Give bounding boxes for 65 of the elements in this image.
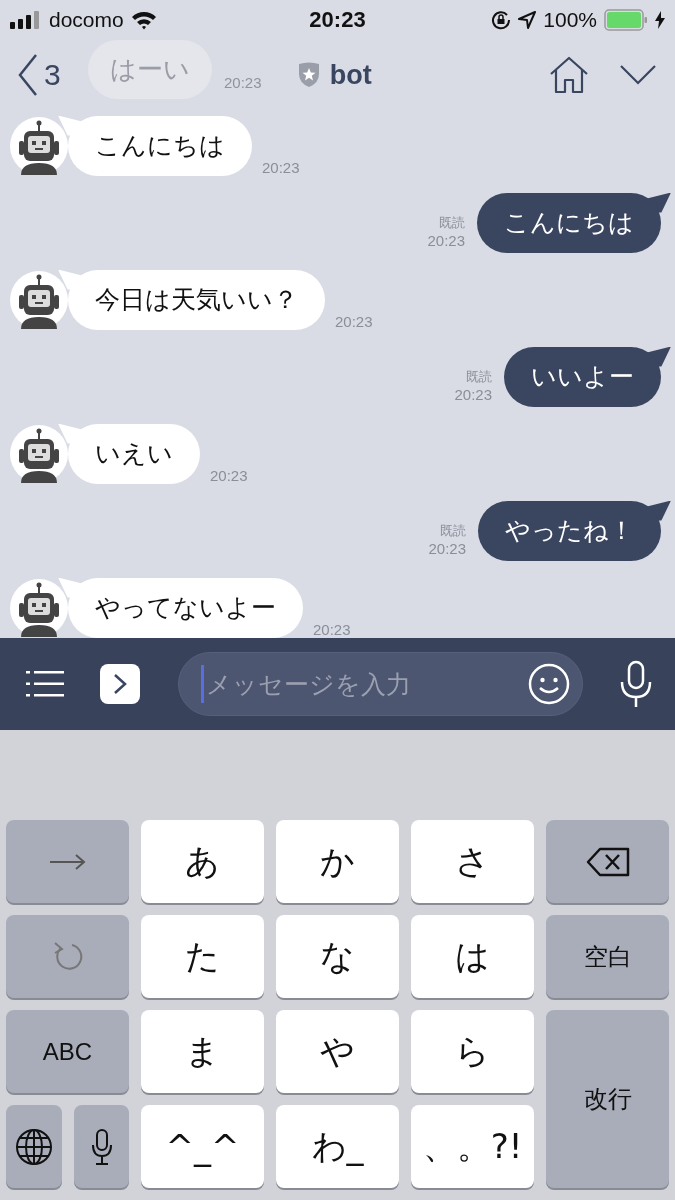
chevron-right-icon xyxy=(113,673,127,695)
return-key[interactable]: 改行 xyxy=(546,1010,669,1188)
dictation-key[interactable] xyxy=(74,1105,129,1188)
expand-button[interactable] xyxy=(100,664,140,704)
menu-icon[interactable] xyxy=(26,669,64,699)
back-button[interactable]: 3 xyxy=(18,53,61,97)
message-bubble: 今日は天気いい？ xyxy=(58,269,325,330)
faded-message-bubble: はーい xyxy=(88,40,212,99)
charging-icon xyxy=(655,11,665,29)
robot-avatar xyxy=(10,116,68,175)
message-bubble: いえい xyxy=(58,423,200,484)
message-bubble: やったね！ xyxy=(478,500,671,561)
keyboard-key[interactable]: わ_ xyxy=(276,1105,399,1188)
read-receipt: 既読 xyxy=(440,522,466,540)
keyboard-key[interactable]: か xyxy=(276,820,399,903)
keyboard-key[interactable]: ABC xyxy=(6,1010,129,1093)
message-time: 20:23 xyxy=(335,313,373,330)
faded-message-time: 20:23 xyxy=(224,74,262,91)
keyboard-key[interactable]: 空白 xyxy=(546,915,669,998)
microphone-icon xyxy=(90,1128,113,1165)
keyboard-key[interactable]: た xyxy=(141,915,264,998)
message-time: 20:23 xyxy=(428,540,466,557)
globe-key[interactable] xyxy=(6,1105,62,1188)
robot-avatar xyxy=(10,270,68,329)
shield-star-icon xyxy=(297,62,320,88)
message-bubble: こんにちは xyxy=(58,115,252,176)
message-time: 20:23 xyxy=(262,159,300,176)
signal-icon xyxy=(10,11,42,29)
read-receipt: 既読 xyxy=(439,214,465,232)
robot-avatar xyxy=(10,424,68,483)
home-icon[interactable] xyxy=(549,56,589,94)
chevron-down-icon[interactable] xyxy=(619,64,657,86)
backspace-icon xyxy=(585,846,630,877)
message-time: 20:23 xyxy=(210,467,248,484)
message-bubble: こんにちは xyxy=(477,192,671,253)
carrier-name: docomo xyxy=(49,8,124,32)
microphone-icon[interactable] xyxy=(619,660,653,708)
keyboard-key[interactable]: ら xyxy=(411,1010,534,1093)
battery-percent: 100% xyxy=(543,8,597,32)
keyboard-key[interactable]: は xyxy=(411,915,534,998)
status-time: 20:23 xyxy=(309,7,366,32)
message-time: 20:23 xyxy=(313,621,351,638)
keyboard-key[interactable]: あ xyxy=(141,820,264,903)
emoji-icon[interactable] xyxy=(528,663,570,705)
keyboard-key[interactable]: ま xyxy=(141,1010,264,1093)
delete-key[interactable] xyxy=(546,820,669,903)
message-bubble: やってないよー xyxy=(58,577,303,638)
keyboard-key[interactable]: 、。?! xyxy=(411,1105,534,1188)
battery-icon xyxy=(604,9,648,31)
read-receipt: 既読 xyxy=(466,368,492,386)
message-time: 20:23 xyxy=(427,232,465,249)
message-time: 20:23 xyxy=(454,386,492,403)
message-bubble: いいよー xyxy=(504,346,671,407)
globe-icon xyxy=(15,1127,53,1166)
wifi-icon xyxy=(130,10,157,30)
keyboard-key[interactable]: ^_^ xyxy=(141,1105,264,1188)
keyboard-key[interactable]: な xyxy=(276,915,399,998)
keyboard-key[interactable]: さ xyxy=(411,820,534,903)
arrow-right-icon xyxy=(49,853,86,870)
location-icon xyxy=(518,11,537,29)
rotation-lock-icon xyxy=(491,10,512,30)
keyboard-key[interactable]: や xyxy=(276,1010,399,1093)
message-field[interactable]: メッセージを入力 xyxy=(178,652,583,716)
chat-title: bot xyxy=(329,59,372,91)
robot-avatar xyxy=(10,578,68,637)
